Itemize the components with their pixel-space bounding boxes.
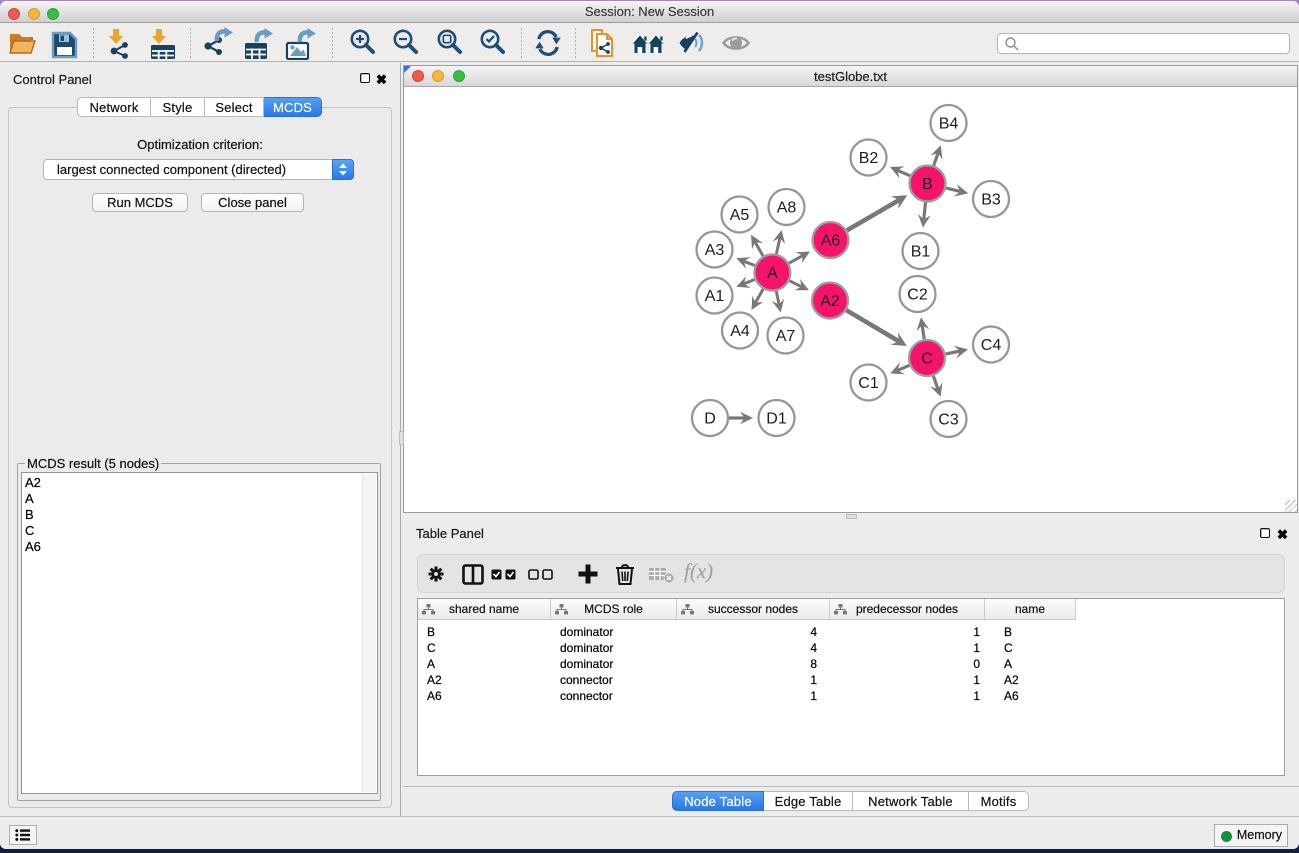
svg-text:D: D xyxy=(704,411,716,428)
svg-text:B4: B4 xyxy=(939,116,959,133)
svg-text:A4: A4 xyxy=(730,323,750,340)
svg-text:B3: B3 xyxy=(981,192,1001,209)
svg-text:C1: C1 xyxy=(858,375,879,392)
svg-text:C: C xyxy=(921,351,933,368)
svg-text:A3: A3 xyxy=(705,242,725,259)
svg-text:D1: D1 xyxy=(766,411,787,428)
svg-text:C2: C2 xyxy=(907,287,928,304)
svg-text:B: B xyxy=(922,176,933,193)
svg-text:B2: B2 xyxy=(859,150,879,167)
svg-text:B1: B1 xyxy=(911,244,931,261)
svg-text:A8: A8 xyxy=(777,200,797,217)
svg-text:A5: A5 xyxy=(730,207,750,224)
svg-text:A2: A2 xyxy=(820,293,840,310)
svg-text:A1: A1 xyxy=(705,288,725,305)
svg-text:A6: A6 xyxy=(821,233,841,250)
svg-text:A: A xyxy=(767,265,778,282)
svg-text:C4: C4 xyxy=(981,337,1002,354)
svg-text:C3: C3 xyxy=(938,412,959,429)
svg-text:A7: A7 xyxy=(776,328,796,345)
